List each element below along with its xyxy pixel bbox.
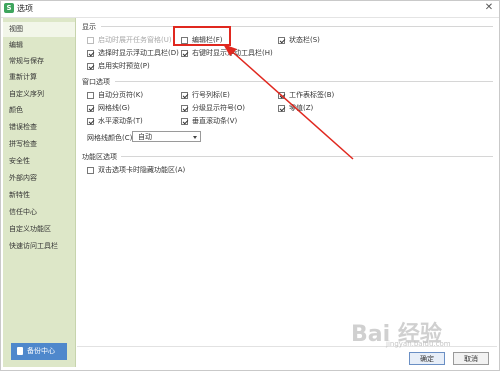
checkbox-label: 启用实时预览(P) bbox=[98, 62, 150, 70]
checkbox-label: 选择时显示浮动工具栏(D) bbox=[98, 49, 179, 57]
checkbox-label: 垂直滚动条(V) bbox=[192, 117, 238, 125]
checkbox-box bbox=[87, 37, 94, 44]
watermark-url: jingyan.baidu.com bbox=[386, 340, 451, 348]
checkbox-box bbox=[87, 167, 94, 174]
sidebar-item-color[interactable]: 颜色 bbox=[3, 103, 75, 118]
sidebar-item-customize-ribbon[interactable]: 自定义功能区 bbox=[3, 222, 75, 237]
checkbox-label: 右键时显示浮动工具栏(H) bbox=[192, 49, 273, 57]
sidebar-item-edit[interactable]: 编辑 bbox=[3, 38, 75, 53]
sidebar-item-custom-lists[interactable]: 自定义序列 bbox=[3, 87, 75, 102]
checkbox-box bbox=[181, 50, 188, 57]
backup-icon bbox=[17, 347, 23, 355]
checkbox-box bbox=[181, 118, 188, 125]
sidebar-item-view[interactable]: 视图 bbox=[3, 22, 75, 37]
sidebar-item-security[interactable]: 安全性 bbox=[3, 154, 75, 169]
checkbox-label: 启动时展开任务窗格(U) bbox=[98, 36, 172, 44]
gridline-color-select[interactable]: 自动 bbox=[132, 131, 201, 142]
checkbox-box bbox=[87, 105, 94, 112]
display-divider bbox=[101, 26, 493, 27]
checkbox-box bbox=[181, 105, 188, 112]
sidebar-item-general-save[interactable]: 常规与保存 bbox=[3, 54, 75, 69]
sidebar-item-recalculate[interactable]: 重新计算 bbox=[3, 70, 75, 85]
checkbox-label: 自动分页符(K) bbox=[98, 91, 144, 99]
window-options-title: 窗口选项 bbox=[82, 78, 110, 86]
app-icon: S bbox=[4, 3, 14, 13]
checkbox-label: 行号列标(E) bbox=[192, 91, 230, 99]
sidebar-item-error-check[interactable]: 错误检查 bbox=[3, 120, 75, 135]
chevron-down-icon bbox=[193, 136, 197, 139]
sidebar-item-trust-center[interactable]: 信任中心 bbox=[3, 205, 75, 220]
backup-center-button[interactable]: 备份中心 bbox=[11, 343, 67, 360]
sidebar: 视图 编辑 常规与保存 重新计算 自定义序列 颜色 错误检查 拼写检查 安全性 … bbox=[3, 18, 76, 367]
ribbon-options-title: 功能区选项 bbox=[82, 153, 117, 161]
sidebar-item-new-features[interactable]: 新特性 bbox=[3, 188, 75, 203]
window-options-divider bbox=[115, 81, 493, 82]
options-dialog: S 选项 ✕ 视图 编辑 常规与保存 重新计算 自定义序列 颜色 错误检查 拼写… bbox=[0, 0, 500, 371]
checkbox-label: 零值(Z) bbox=[289, 104, 314, 112]
sidebar-item-quick-access[interactable]: 快速访问工具栏 bbox=[3, 239, 75, 254]
checkbox-box bbox=[87, 63, 94, 70]
close-icon[interactable]: ✕ bbox=[483, 2, 495, 14]
checkbox-box bbox=[278, 105, 285, 112]
backup-center-label: 备份中心 bbox=[27, 347, 55, 355]
checkbox-box bbox=[181, 92, 188, 99]
sidebar-item-spell-check[interactable]: 拼写检查 bbox=[3, 137, 75, 152]
checkbox-box bbox=[278, 37, 285, 44]
checkbox-label: 网格线(G) bbox=[98, 104, 130, 112]
title-bar: S 选项 ✕ bbox=[1, 1, 499, 18]
annotation-highlight-box bbox=[173, 26, 231, 46]
display-section-title: 显示 bbox=[82, 23, 96, 31]
checkbox-label: 双击选项卡时隐藏功能区(A) bbox=[98, 166, 186, 174]
checkbox-box bbox=[278, 92, 285, 99]
window-title: 选项 bbox=[17, 4, 33, 13]
checkbox-label: 分级显示符号(O) bbox=[192, 104, 245, 112]
checkbox-box bbox=[87, 92, 94, 99]
sidebar-item-external-content[interactable]: 外部内容 bbox=[3, 171, 75, 186]
ok-button[interactable]: 确定 bbox=[409, 352, 445, 365]
cancel-button[interactable]: 取消 bbox=[453, 352, 489, 365]
checkbox-label: 水平滚动条(T) bbox=[98, 117, 143, 125]
checkbox-box bbox=[87, 118, 94, 125]
checkbox-label: 工作表标签(B) bbox=[289, 91, 335, 99]
gridline-color-label: 网格线颜色(C): bbox=[87, 134, 135, 142]
gridline-color-value: 自动 bbox=[138, 133, 152, 141]
ribbon-options-divider bbox=[121, 156, 493, 157]
checkbox-label: 状态栏(S) bbox=[289, 36, 320, 44]
checkbox-box bbox=[87, 50, 94, 57]
